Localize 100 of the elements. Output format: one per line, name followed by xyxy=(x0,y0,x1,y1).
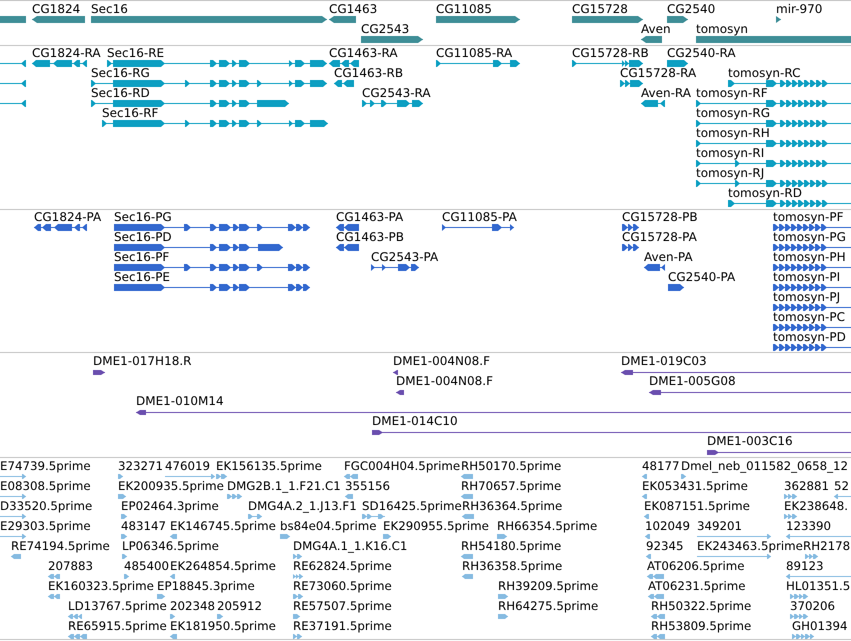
protein-name: Sec16-PF xyxy=(114,251,170,264)
transcript-name: CG1824-RA xyxy=(32,47,101,60)
est-name: RH66354.5prime xyxy=(497,520,598,533)
est-name: E74739.5prime xyxy=(0,460,91,473)
est-name: EP18845.3prime xyxy=(157,580,255,593)
est-name: EK087151.5prime xyxy=(644,500,750,513)
transcript-name: CG1463-RB xyxy=(334,67,404,80)
est-name: RH39209.5prime xyxy=(498,580,598,593)
est-name: RE57507.5prime xyxy=(293,600,392,613)
est-name: 476019 xyxy=(165,460,210,473)
transcript-name: CG2540-RA xyxy=(667,47,736,60)
est-name: 483147 xyxy=(121,520,166,533)
est-name: HL01351.5 xyxy=(786,580,850,593)
est-name: 89123 xyxy=(786,560,824,573)
est-name: 370206 xyxy=(790,600,836,613)
est-name: EK156135.5prime xyxy=(216,460,322,473)
clone-name: DME1-005G08 xyxy=(649,375,736,388)
clone-name: DME1-019C03 xyxy=(621,355,707,368)
protein-name: CG15728-PB xyxy=(622,211,698,224)
est-name: EK053431.5prime xyxy=(642,480,748,493)
est-name: 202348 xyxy=(170,600,216,613)
est-name: EK290955.5prime xyxy=(383,520,489,533)
gene-name: CG1824 xyxy=(32,3,80,16)
transcript-name: Sec16-RD xyxy=(91,87,150,100)
est-name: EK238648. xyxy=(784,500,848,513)
est-name: SD16425.5prime xyxy=(362,500,462,513)
protein-name: CG11085-PA xyxy=(442,211,517,224)
est-name: RH54180.5prime xyxy=(461,540,562,553)
protein-name: tomosyn-PD xyxy=(773,331,846,344)
est-name: 355156 xyxy=(345,480,390,493)
est-name: RE74194.5prime xyxy=(11,540,110,553)
est-name: RH36358.5prime xyxy=(462,560,562,573)
transcript-name: tomosyn-RD xyxy=(728,187,802,200)
est-name: EK146745.5prime xyxy=(170,520,276,533)
gene-name: CG2543 xyxy=(361,23,410,36)
est-name: RH70657.5prime xyxy=(461,480,562,493)
clone-name: DME1-004N08.F xyxy=(396,375,494,388)
clone-name: DME1-010M14 xyxy=(136,395,224,408)
est-name: RH50322.5prime xyxy=(651,600,752,613)
protein-name: CG1463-PB xyxy=(336,231,404,244)
est-name: RE62824.5prime xyxy=(293,560,392,573)
transcript-name: Sec16-RF xyxy=(102,107,158,120)
transcript-name: CG11085-RA xyxy=(436,47,512,60)
clone-name: DME1-014C10 xyxy=(372,415,458,428)
est-name: 92345 xyxy=(646,540,684,553)
est-name: E29303.5prime xyxy=(0,520,91,533)
est-name: 349201 xyxy=(697,520,742,533)
est-name: EK160323.5prime xyxy=(48,580,154,593)
est-name: D33520.5prime xyxy=(0,500,92,513)
est-name: 362881 xyxy=(784,480,830,493)
protein-name: Sec16-PE xyxy=(114,271,170,284)
protein-name: CG15728-PA xyxy=(622,231,697,244)
transcript-name: tomosyn-RI xyxy=(696,147,764,160)
gene-name: CG15728 xyxy=(572,3,628,16)
est-name: 48177 xyxy=(642,460,680,473)
est-name: Dmel_neb_011582_0658_12 xyxy=(681,460,848,473)
est-name: DMG4A.2_1.J13.F1 xyxy=(248,500,357,513)
transcript-name: tomosyn-RJ xyxy=(696,167,764,180)
est-name: 52 xyxy=(834,480,850,493)
est-name: RE73060.5prime xyxy=(293,580,392,593)
transcript-name: tomosyn-RG xyxy=(696,107,770,120)
transcript-name: Sec16-RE xyxy=(107,47,164,60)
transcript-name: tomosyn-RC xyxy=(728,67,800,80)
transcript-name: CG15728-RA xyxy=(620,67,696,80)
gene-name: CG11085 xyxy=(436,3,492,16)
clone-name: DME1-004N08.F xyxy=(393,355,490,368)
transcript-name: tomosyn-RF xyxy=(696,87,768,100)
est-name: 102049 xyxy=(645,520,690,533)
est-name: AT06206.5prime xyxy=(647,560,745,573)
est-name: RH2178 xyxy=(803,540,850,553)
protein-name: Sec16-PD xyxy=(114,231,172,244)
est-name: E08308.5prime xyxy=(0,480,91,493)
est-name: 485400 xyxy=(124,560,170,573)
est-name: DMG2B.1_1.F21.C1 xyxy=(227,480,341,493)
gene-name: tomosyn xyxy=(696,23,748,36)
est-name: EK243463.5prime xyxy=(697,540,803,553)
est-name: EK264854.5prime xyxy=(170,560,276,573)
est-name: 205912 xyxy=(217,600,262,613)
est-name: bs84e04.5prime xyxy=(280,520,377,533)
est-name: RE65915.5prime xyxy=(68,620,167,633)
est-name: RE37191.5prime xyxy=(293,620,392,633)
protein-name: tomosyn-PH xyxy=(773,251,846,264)
est-name: RH53809.5prime xyxy=(651,620,752,633)
est-name: RH36364.5prime xyxy=(462,500,562,513)
est-name: FGC004H04.5prime xyxy=(344,460,460,473)
clone-name: DME1-017H18.R xyxy=(93,355,192,368)
gene-name: Aven xyxy=(641,23,671,36)
transcript-name: tomosyn-RH xyxy=(696,127,770,140)
protein-name: CG2543-PA xyxy=(371,251,438,264)
est-name: LD13767.5prime xyxy=(68,600,167,613)
protein-name: tomosyn-PI xyxy=(773,271,840,284)
transcript-name: Sec16-RG xyxy=(91,67,150,80)
transcript-name: CG2543-RA xyxy=(362,87,431,100)
clone-name: DME1-003C16 xyxy=(707,435,793,448)
protein-name: tomosyn-PG xyxy=(773,231,846,244)
transcript-name: Aven-RA xyxy=(641,87,691,100)
gene-name: CG2540 xyxy=(667,3,716,16)
protein-name: Sec16-PG xyxy=(114,211,172,224)
est-name: EP02464.3prime xyxy=(121,500,219,513)
est-name: 207883 xyxy=(48,560,94,573)
